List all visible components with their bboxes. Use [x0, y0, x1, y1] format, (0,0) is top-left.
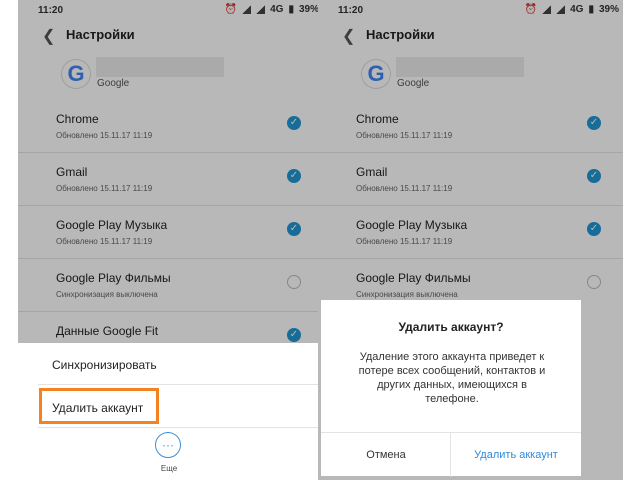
- dialog-actions: Отмена Удалить аккаунт: [321, 432, 581, 477]
- remove-account-dialog: Удалить аккаунт? Удаление этого аккаунта…: [321, 300, 581, 477]
- confirm-remove-button[interactable]: Удалить аккаунт: [450, 433, 581, 477]
- cancel-button[interactable]: Отмена: [321, 433, 451, 477]
- more-icon[interactable]: ···: [155, 432, 181, 458]
- right-screen: 11:20 ⏰ 4G ▮ 39% ❮ Настройки G Google Ch…: [318, 0, 623, 480]
- sync-now-label: Синхронизировать: [52, 358, 157, 372]
- more-label: Еще: [160, 464, 178, 473]
- left-screen: 11:20 ⏰ 4G ▮ 39% ❮ Настройки G Google Ch…: [18, 0, 323, 480]
- divider: [38, 427, 323, 428]
- divider: [38, 384, 323, 385]
- dialog-message: Удаление этого аккаунта приведет к потер…: [358, 351, 546, 405]
- sync-now-option[interactable]: Синхронизировать: [18, 346, 323, 386]
- dialog-title: Удалить аккаунт?: [398, 320, 504, 334]
- highlight-frame: [39, 388, 159, 424]
